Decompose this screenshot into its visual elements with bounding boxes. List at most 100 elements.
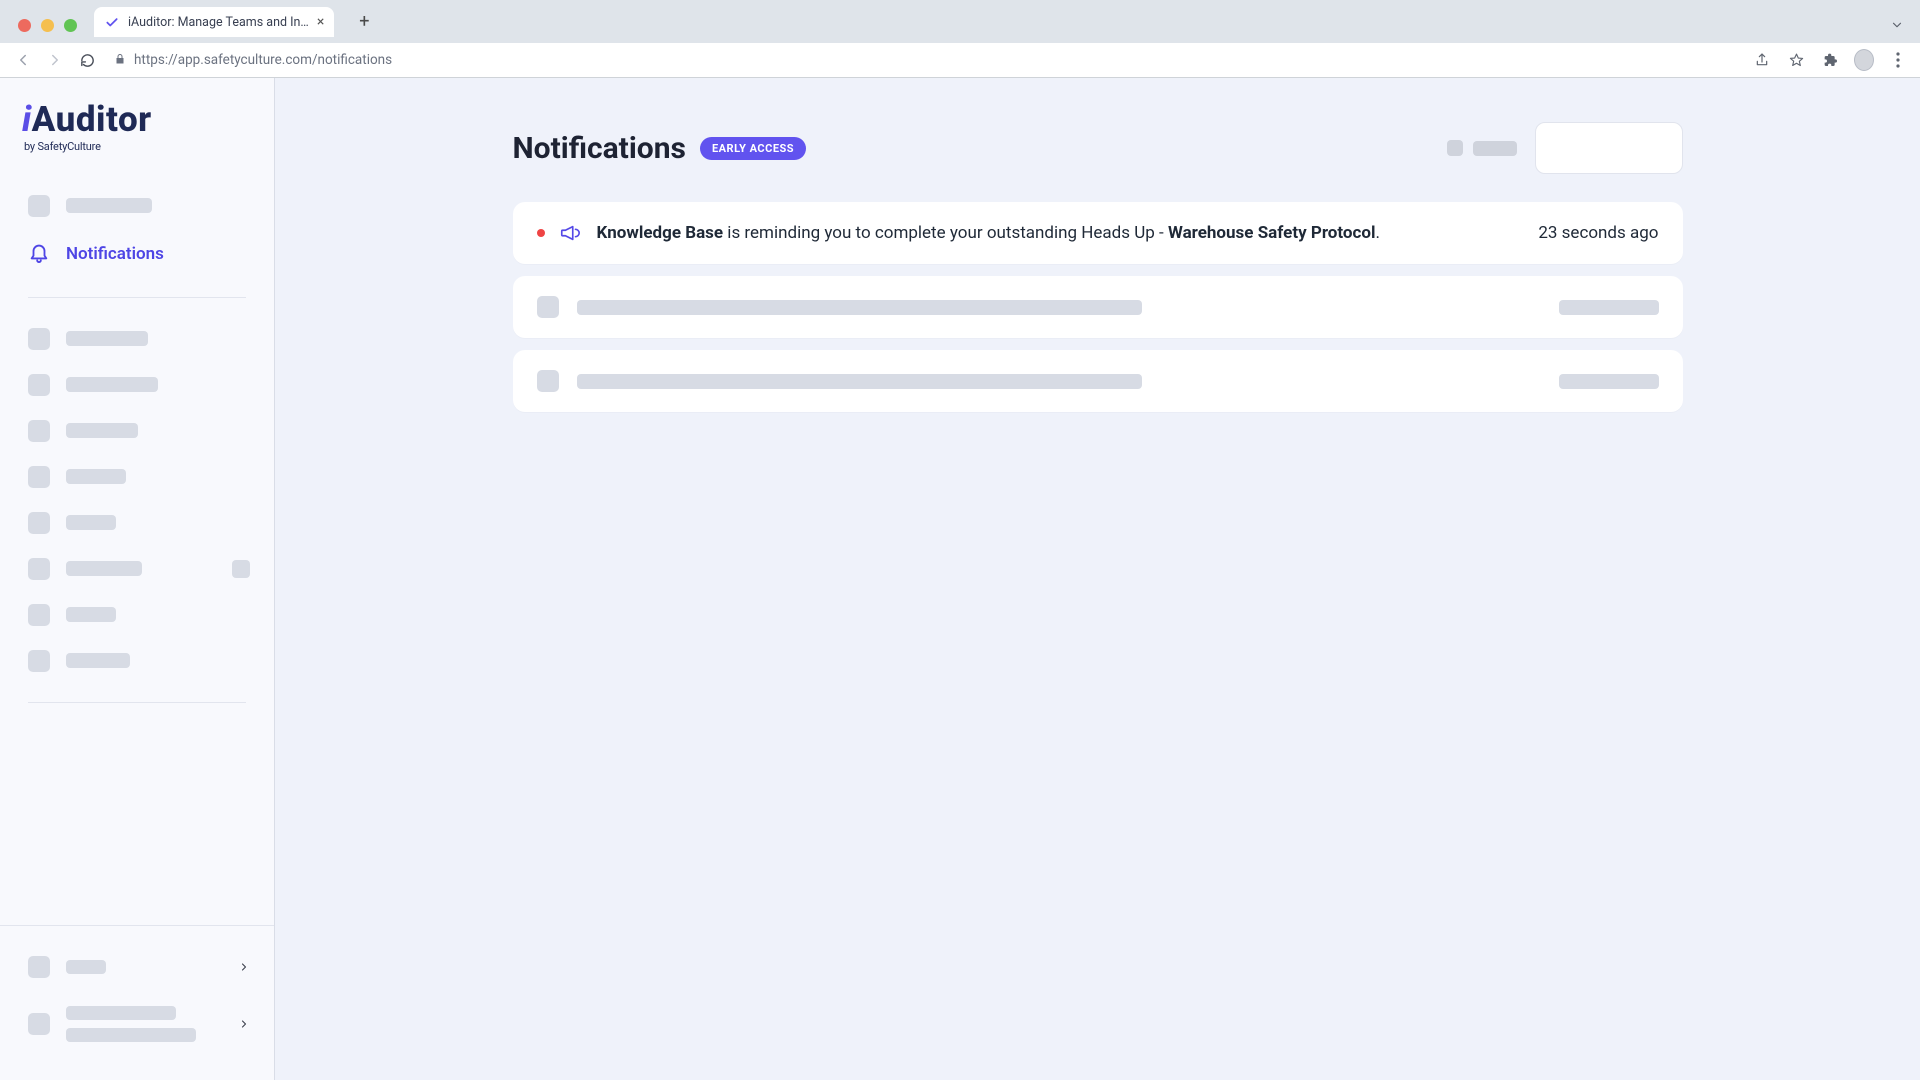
tab-favicon-icon [104,14,120,30]
unread-dot-icon [537,229,545,237]
logo-main-text: Auditor [32,99,152,140]
placeholder-icon [1447,140,1463,156]
content-container: Notifications EARLY ACCESS [513,122,1683,412]
extensions-icon[interactable] [1820,50,1840,70]
sidebar-footer-item[interactable] [14,942,260,992]
browser-tab[interactable]: iAuditor: Manage Teams and In… × [94,7,334,37]
placeholder-label [66,607,116,622]
logo-prefix: i [22,99,32,140]
placeholder-label [66,653,130,668]
placeholder-label [66,960,106,974]
notification-placeholder-card [513,276,1683,338]
notification-card[interactable]: Knowledge Base is reminding you to compl… [513,202,1683,264]
placeholder-icon [28,466,50,488]
notification-middle: is reminding you to complete your outsta… [723,223,1168,243]
address-bar-row: https://app.safetyculture.com/notificati… [0,43,1920,77]
placeholder-icon [28,512,50,534]
sidebar: iAuditor by SafetyCulture Notifications [0,78,275,1080]
placeholder-label [66,515,116,530]
window-close-icon[interactable] [18,19,31,32]
sidebar-item-placeholder[interactable] [14,408,260,454]
notification-text: Knowledge Base is reminding you to compl… [597,223,1523,243]
tab-close-icon[interactable]: × [317,14,324,30]
window-traffic-lights [18,19,77,32]
sidebar-item-placeholder[interactable] [14,454,260,500]
placeholder-label [66,423,138,438]
sidebar-item-placeholder[interactable] [14,183,260,229]
bell-icon [28,241,50,267]
sidebar-divider [28,702,246,703]
star-icon[interactable] [1786,50,1806,70]
main-content: Notifications EARLY ACCESS [275,78,1920,1080]
placeholder-text [577,374,1142,389]
sidebar-footer [0,925,274,1080]
placeholder-icon [28,604,50,626]
sidebar-item-label: Notifications [66,244,164,264]
page-header: Notifications EARLY ACCESS [513,122,1683,174]
placeholder-icon [28,195,50,217]
browser-reload-icon[interactable] [76,49,98,71]
placeholder-label [66,331,148,346]
placeholder-icon [28,420,50,442]
sidebar-item-placeholder[interactable] [14,638,260,684]
tabs-dropdown-icon[interactable] [1890,18,1904,36]
placeholder-icon [28,374,50,396]
placeholder-timestamp [1559,300,1659,315]
sidebar-item-notifications[interactable]: Notifications [14,229,260,279]
placeholder-icon [28,328,50,350]
browser-forward-icon[interactable] [44,49,66,71]
sidebar-item-placeholder[interactable] [14,592,260,638]
notification-placeholder-card [513,350,1683,412]
placeholder-icon [28,558,50,580]
placeholder-icon [28,1013,50,1035]
placeholder-label [66,561,142,576]
notification-suffix: . [1375,223,1379,243]
share-icon[interactable] [1752,50,1772,70]
browser-back-icon[interactable] [12,49,34,71]
placeholder-label [66,377,158,392]
new-tab-button[interactable]: + [350,7,378,35]
address-url: https://app.safetyculture.com/notificati… [134,52,392,68]
header-button-placeholder[interactable] [1535,122,1683,174]
tab-title: iAuditor: Manage Teams and In… [128,15,309,30]
profile-avatar-icon[interactable] [1854,50,1874,70]
app-logo: iAuditor by SafetyCulture [0,104,274,177]
address-bar[interactable]: https://app.safetyculture.com/notificati… [108,48,1742,72]
window-maximize-icon[interactable] [64,19,77,32]
logo-subtitle: by SafetyCulture [24,140,252,153]
placeholder-timestamp [1559,374,1659,389]
header-actions [1447,122,1683,174]
placeholder-text [577,300,1142,315]
placeholder-icon [537,296,559,318]
header-action-placeholder[interactable] [1447,140,1517,156]
sidebar-item-placeholder[interactable] [14,546,260,592]
browser-toolbar-right [1752,50,1908,70]
chevron-right-icon [238,1015,250,1034]
window-minimize-icon[interactable] [41,19,54,32]
browser-chrome: iAuditor: Manage Teams and In… × + https… [0,0,1920,78]
early-access-badge: EARLY ACCESS [700,137,806,160]
logo-text: iAuditor [22,104,252,136]
sidebar-item-placeholder[interactable] [14,362,260,408]
placeholder-label [1473,141,1517,156]
lock-icon [114,53,126,68]
placeholder-label-stack [66,1006,196,1042]
placeholder-badge [232,560,250,578]
placeholder-label [66,198,152,213]
sidebar-nav-primary: Notifications [0,177,274,285]
sidebar-footer-item[interactable] [14,992,260,1056]
kebab-menu-icon[interactable] [1888,50,1908,70]
placeholder-icon [537,370,559,392]
tab-strip: iAuditor: Manage Teams and In… × + [0,0,1920,43]
notification-timestamp: 23 seconds ago [1538,223,1658,243]
sidebar-divider [28,297,246,298]
chevron-right-icon [238,958,250,977]
sidebar-nav-secondary [0,310,274,690]
sidebar-item-placeholder[interactable] [14,316,260,362]
placeholder-label [66,469,126,484]
placeholder-icon [28,650,50,672]
sidebar-item-placeholder[interactable] [14,500,260,546]
megaphone-icon [559,222,581,244]
app-shell: iAuditor by SafetyCulture Notifications [0,78,1920,1080]
placeholder-icon [28,956,50,978]
